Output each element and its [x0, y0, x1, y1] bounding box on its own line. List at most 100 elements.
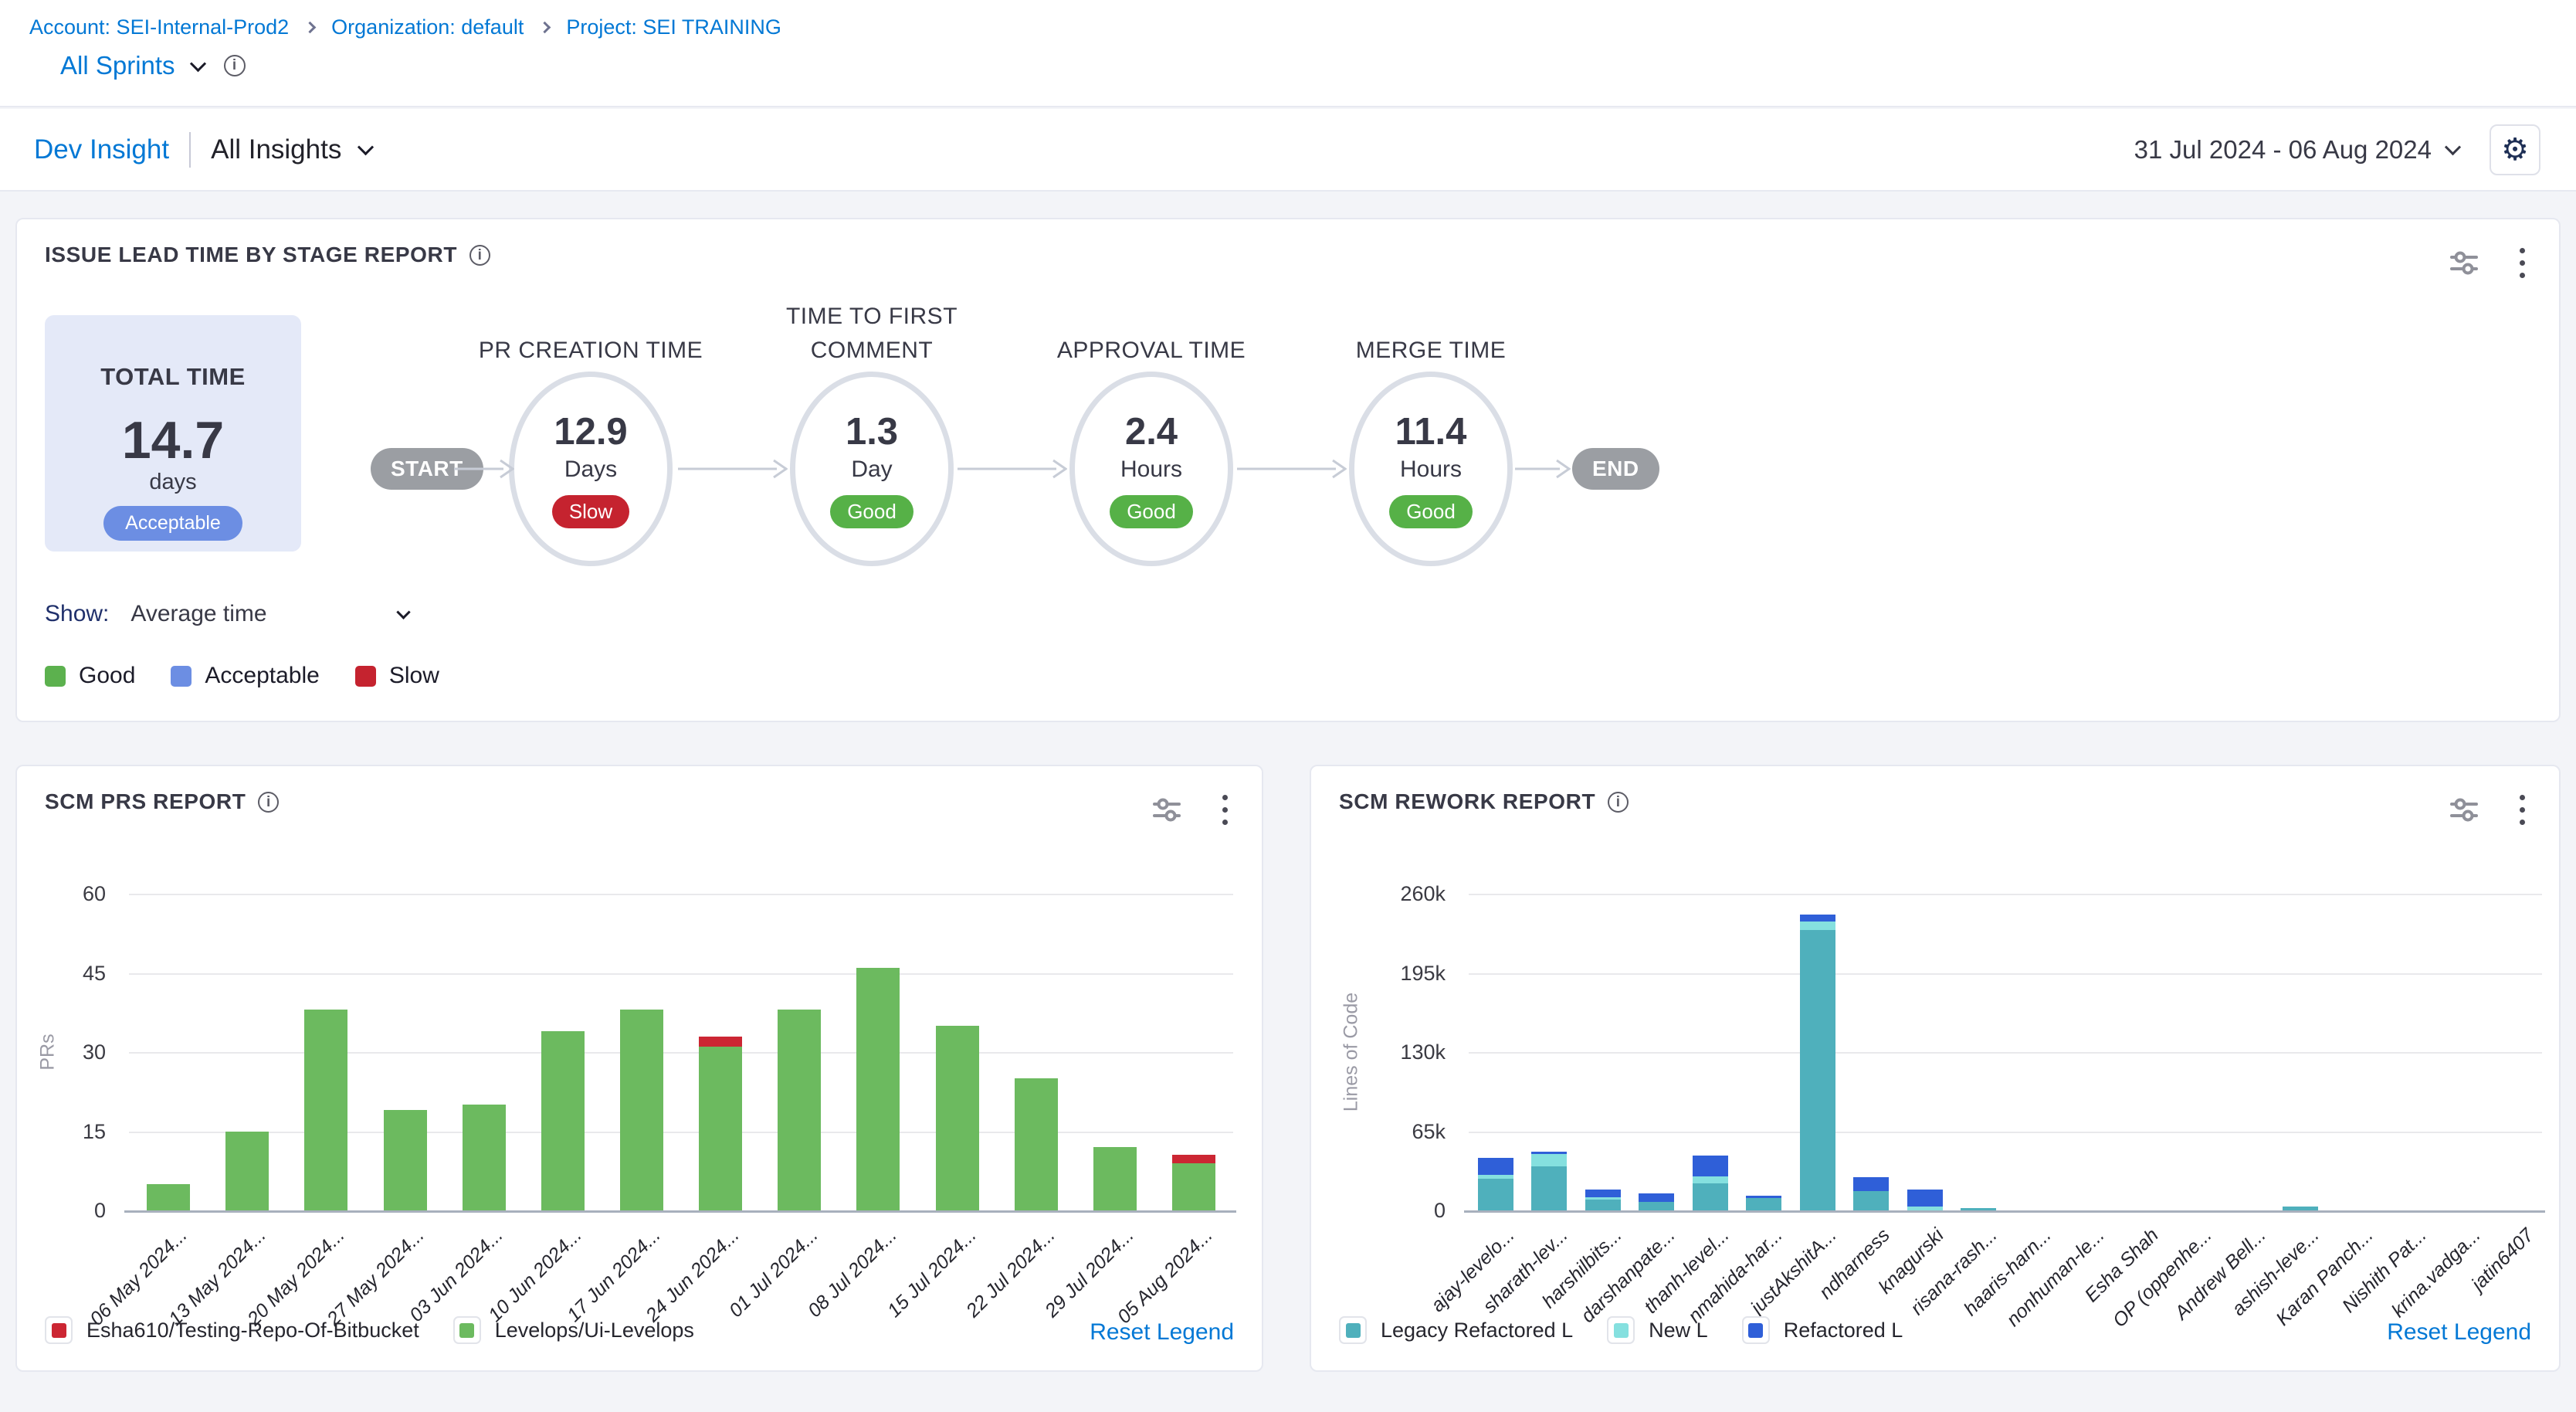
stage-circle-pr-creation[interactable]: 12.9 Days Slow	[509, 372, 673, 566]
gridline	[129, 894, 1233, 895]
stage-circle-approval[interactable]: 2.4 Hours Good	[1069, 372, 1233, 566]
sprint-selector-label[interactable]: All Sprints	[60, 51, 175, 80]
legend-item-acceptable: Acceptable	[171, 663, 319, 689]
stage-rating-badge: Good	[830, 495, 913, 528]
show-dropdown[interactable]: Average time	[130, 601, 266, 627]
stage-circle-first-comment[interactable]: 1.3 Day Good	[790, 372, 954, 566]
bar-segment[interactable]	[620, 1010, 663, 1210]
flow-arrow	[1515, 457, 1571, 480]
bar-segment[interactable]	[304, 1010, 347, 1210]
stage-unit: Days	[564, 457, 617, 483]
insights-menu-label[interactable]: All Insights	[211, 134, 341, 165]
bar-segment[interactable]	[1015, 1078, 1058, 1210]
reset-legend-link[interactable]: Reset Legend	[2387, 1319, 2531, 1346]
bar-segment[interactable]	[936, 1026, 979, 1210]
bar-segment[interactable]	[1478, 1175, 1513, 1179]
y-axis-tick: 60	[29, 882, 106, 906]
bar-segment[interactable]	[699, 1037, 742, 1047]
bar-segment[interactable]	[856, 968, 900, 1210]
stage-value: 1.3	[846, 410, 898, 453]
bar-segment[interactable]	[699, 1047, 742, 1210]
bar-segment[interactable]	[384, 1110, 427, 1210]
chevron-right-icon	[539, 22, 551, 34]
gridline	[1469, 894, 2542, 895]
stage-rating-badge: Good	[1110, 495, 1193, 528]
bar-segment[interactable]	[147, 1184, 190, 1210]
bar-segment[interactable]	[1961, 1208, 1996, 1210]
bar-segment[interactable]	[1746, 1198, 1781, 1210]
total-time-value: 14.7	[45, 414, 301, 467]
insight-name[interactable]: Dev Insight	[34, 134, 169, 165]
legend-label: Legacy Refactored L	[1381, 1319, 1573, 1342]
bar-segment[interactable]	[1531, 1152, 1567, 1154]
settings-button[interactable]: ⚙	[2490, 124, 2540, 175]
bar-segment[interactable]	[1800, 915, 1835, 922]
bar-segment[interactable]	[1746, 1196, 1781, 1198]
chevron-down-icon[interactable]	[189, 56, 205, 72]
breadcrumb: Account: SEI-Internal-Prod2 Organization…	[29, 15, 781, 39]
y-axis-tick: 30	[29, 1040, 106, 1064]
chart-legend: Esha610/Testing-Repo-Of-Bitbucket Levelop…	[45, 1316, 694, 1344]
legend-swatch	[1346, 1323, 1361, 1338]
bar-segment[interactable]	[1172, 1163, 1215, 1211]
chevron-right-icon	[304, 22, 317, 34]
bar-segment[interactable]	[1853, 1177, 1889, 1190]
legend-label: Acceptable	[205, 663, 319, 689]
bar-segment[interactable]	[2283, 1207, 2318, 1210]
bar-segment[interactable]	[1585, 1197, 1621, 1200]
bar-segment[interactable]	[541, 1031, 585, 1210]
bar-segment[interactable]	[1478, 1158, 1513, 1175]
breadcrumb-account[interactable]: Account: SEI-Internal-Prod2	[29, 15, 289, 39]
bar-segment[interactable]	[1693, 1156, 1728, 1176]
breadcrumb-organization[interactable]: Organization: default	[331, 15, 524, 39]
kebab-menu-icon[interactable]	[2520, 248, 2525, 278]
legend-item[interactable]: New L	[1607, 1316, 1708, 1344]
bar-segment[interactable]	[1800, 922, 1835, 930]
bar-segment[interactable]	[1907, 1190, 1943, 1207]
bar-segment[interactable]	[1693, 1183, 1728, 1210]
panel-title-text: ISSUE LEAD TIME BY STAGE REPORT	[45, 243, 457, 267]
bar-segment[interactable]	[1800, 930, 1835, 1210]
gridline	[1469, 973, 2542, 975]
reset-legend-link[interactable]: Reset Legend	[1090, 1319, 1234, 1346]
chevron-down-icon[interactable]	[396, 605, 410, 619]
bar-segment[interactable]	[1693, 1176, 1728, 1183]
sprint-selector[interactable]: All Sprints i	[60, 51, 246, 80]
legend-item[interactable]: Levelops/Ui-Levelops	[453, 1316, 694, 1344]
breadcrumb-project[interactable]: Project: SEI TRAINING	[566, 15, 781, 39]
bar-segment[interactable]	[1531, 1154, 1567, 1166]
bar-segment[interactable]	[1585, 1190, 1621, 1196]
bar-segment[interactable]	[1478, 1179, 1513, 1210]
stage-circle-merge[interactable]: 11.4 Hours Good	[1349, 372, 1513, 566]
legend-item[interactable]: Legacy Refactored L	[1339, 1316, 1573, 1344]
bar-segment[interactable]	[463, 1105, 506, 1210]
insights-menu[interactable]: All Insights	[211, 134, 371, 165]
bar-segment[interactable]	[778, 1010, 821, 1210]
legend-item[interactable]: Esha610/Testing-Repo-Of-Bitbucket	[45, 1316, 419, 1344]
flow-arrow	[678, 457, 788, 480]
filter-sliders-icon[interactable]	[2449, 247, 2479, 278]
gridline	[1469, 1052, 2542, 1054]
bar-segment[interactable]	[1585, 1200, 1621, 1210]
bar-segment[interactable]	[1853, 1191, 1889, 1210]
info-icon[interactable]: i	[469, 245, 490, 266]
date-range-value[interactable]: 31 Jul 2024 - 06 Aug 2024	[2134, 135, 2432, 165]
stage-value: 12.9	[554, 410, 627, 453]
legend-label: Levelops/Ui-Levelops	[495, 1319, 694, 1342]
bar-segment[interactable]	[1172, 1155, 1215, 1163]
bar-segment[interactable]	[1639, 1193, 1674, 1202]
info-icon[interactable]: i	[224, 55, 246, 76]
issue-lead-time-panel: ISSUE LEAD TIME BY STAGE REPORT i TOTAL …	[15, 218, 2561, 722]
stage-value: 2.4	[1125, 410, 1178, 453]
gridline	[129, 973, 1233, 975]
legend-swatch	[355, 666, 376, 687]
bar-segment[interactable]	[1531, 1166, 1567, 1210]
legend-label: Refactored L	[1784, 1319, 1903, 1342]
date-range-picker[interactable]: 31 Jul 2024 - 06 Aug 2024	[2134, 135, 2459, 165]
legend-label: Esha610/Testing-Repo-Of-Bitbucket	[86, 1319, 419, 1342]
bar-segment[interactable]	[1093, 1147, 1137, 1210]
bar-segment[interactable]	[1639, 1202, 1674, 1210]
legend-item[interactable]: Refactored L	[1742, 1316, 1903, 1344]
bar-segment[interactable]	[1907, 1207, 1943, 1210]
bar-segment[interactable]	[225, 1132, 269, 1211]
